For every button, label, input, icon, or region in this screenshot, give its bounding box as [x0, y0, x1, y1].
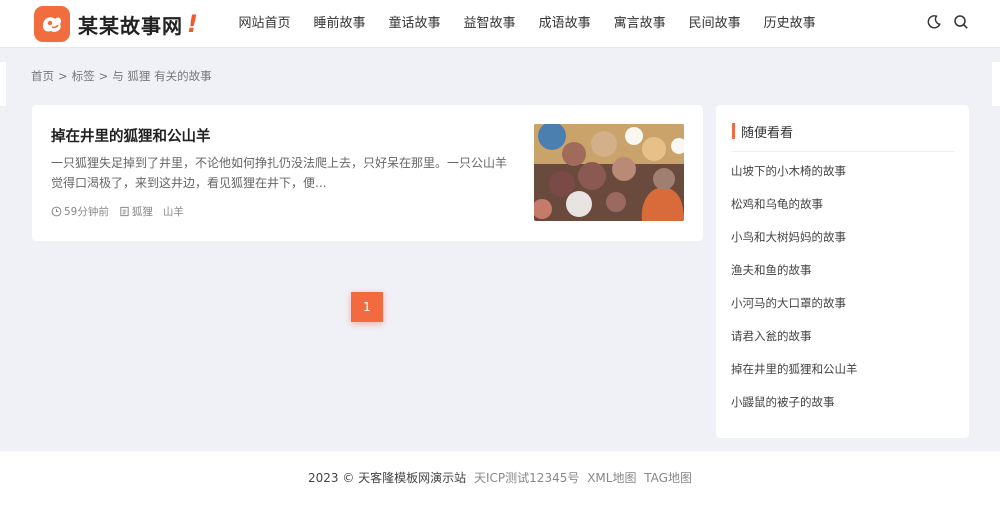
- nav-item-home[interactable]: 网站首页: [227, 0, 302, 47]
- search-icon[interactable]: [953, 14, 971, 32]
- article-thumbnail[interactable]: [534, 124, 684, 221]
- nav-item-history-stories[interactable]: 历史故事: [752, 0, 827, 47]
- nav-item-puzzle-stories[interactable]: 益智故事: [452, 0, 527, 47]
- breadcrumb: 首页 > 标签 > 与 狐狸 有关的故事: [31, 68, 212, 84]
- sidebar-item[interactable]: 小鼹鼠的被子的故事: [731, 394, 858, 427]
- breadcrumb-tags[interactable]: 标签: [72, 69, 95, 83]
- logo-icon: [34, 6, 70, 42]
- sidebar-item[interactable]: 山坡下的小木椅的故事: [731, 163, 858, 196]
- nav-item-bedtime-stories[interactable]: 睡前故事: [302, 0, 377, 47]
- article-excerpt: 一只狐狸失足掉到了井里，不论他如何挣扎仍没法爬上去，只好呆在那里。一只公山羊觉得…: [51, 156, 508, 190]
- pagination-page-button[interactable]: 1: [351, 292, 383, 322]
- right-edge-panel: [992, 62, 1000, 106]
- main-nav: 网站首页 睡前故事 童话故事 益智故事 成语故事 寓言故事 民间故事 历史故事: [227, 0, 827, 47]
- sidebar-item[interactable]: 小河马的大口罩的故事: [731, 295, 858, 328]
- article-time: 59分钟前: [64, 206, 109, 218]
- breadcrumb-separator: >: [58, 69, 68, 83]
- sidebar-item[interactable]: 掉在井里的狐狸和公山羊: [731, 361, 858, 394]
- article-tags-group: 狐狸 山羊: [119, 204, 194, 219]
- site-name: 某某故事网: [78, 13, 183, 38]
- article-time-group: 59分钟前: [51, 204, 109, 219]
- document-icon: [120, 206, 129, 217]
- sidebar-list: 山坡下的小木椅的故事 松鸡和乌龟的故事 小鸟和大树妈妈的故事 渔夫和鱼的故事 小…: [731, 163, 858, 427]
- breadcrumb-home[interactable]: 首页: [31, 69, 54, 83]
- sidebar-item[interactable]: 松鸡和乌龟的故事: [731, 196, 858, 229]
- article-meta: 59分钟前 狐狸 山羊: [51, 204, 204, 219]
- site-logo[interactable]: 某某故事网 !: [34, 6, 198, 42]
- breadcrumb-current: 与 狐狸 有关的故事: [112, 69, 212, 83]
- sidebar-title: 随便看看: [741, 126, 794, 141]
- article-card: 掉在井里的狐狸和公山羊 一只狐狸失足掉到了井里，不论他如何挣扎仍没法爬上去，只好…: [32, 105, 703, 241]
- article-tag-link[interactable]: 狐狸: [132, 204, 153, 219]
- site-header: 某某故事网 ! 网站首页 睡前故事 童话故事 益智故事 成语故事 寓言故事 民间…: [0, 0, 1000, 48]
- nav-item-idiom-stories[interactable]: 成语故事: [527, 0, 602, 47]
- clock-icon: [51, 206, 62, 217]
- article-title[interactable]: 掉在井里的狐狸和公山羊: [51, 125, 211, 146]
- sidebar: 随便看看 山坡下的小木椅的故事 松鸡和乌龟的故事 小鸟和大树妈妈的故事 渔夫和鱼…: [716, 105, 969, 438]
- footer-tag-map-link[interactable]: TAG地图: [644, 471, 692, 485]
- breadcrumb-separator: >: [98, 69, 109, 83]
- nav-item-fables[interactable]: 寓言故事: [602, 0, 677, 47]
- footer-icp-link[interactable]: 天ICP测试12345号: [474, 471, 579, 485]
- nav-item-folk-tales[interactable]: 民间故事: [677, 0, 752, 47]
- nav-item-fairy-tales[interactable]: 童话故事: [377, 0, 452, 47]
- sidebar-header: 随便看看: [732, 121, 954, 152]
- footer-xml-map-link[interactable]: XML地图: [587, 471, 636, 485]
- site-footer: 2023 © 天客隆模板网演示站 天ICP测试12345号 XML地图 TAG地…: [0, 451, 1000, 505]
- sidebar-item[interactable]: 请君入瓮的故事: [731, 328, 858, 361]
- footer-copyright: 2023 © 天客隆模板网演示站: [308, 471, 467, 485]
- sidebar-title-accent-bar: [732, 123, 735, 139]
- moon-icon[interactable]: [926, 14, 944, 32]
- sidebar-item[interactable]: 小鸟和大树妈妈的故事: [731, 229, 858, 262]
- sidebar-item[interactable]: 渔夫和鱼的故事: [731, 262, 858, 295]
- left-edge-panel: [0, 62, 6, 106]
- article-tag-link[interactable]: 山羊: [163, 204, 184, 219]
- site-name-exclamation: !: [187, 10, 198, 38]
